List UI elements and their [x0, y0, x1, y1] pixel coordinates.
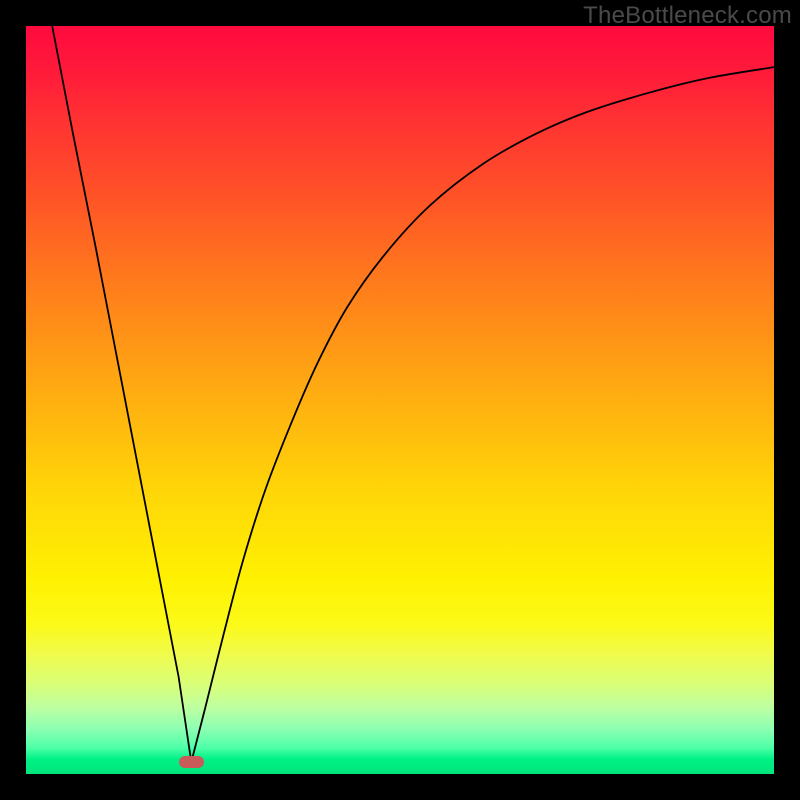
bottleneck-curve [26, 26, 774, 774]
watermark-text: TheBottleneck.com [583, 2, 792, 30]
plot-area [26, 26, 774, 774]
optimal-marker [179, 756, 204, 769]
chart-frame: TheBottleneck.com [0, 0, 800, 800]
